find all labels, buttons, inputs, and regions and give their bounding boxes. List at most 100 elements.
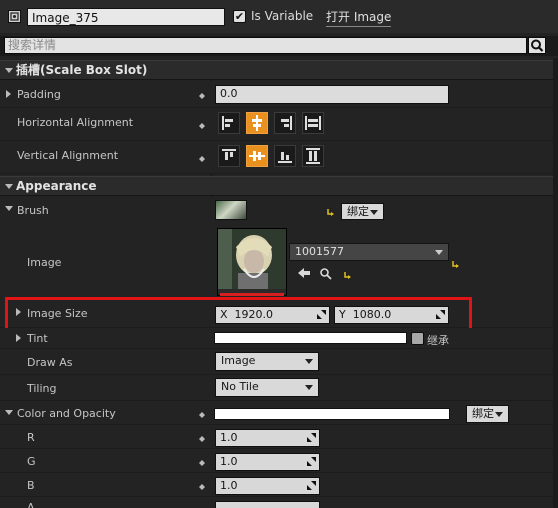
reset-to-default-icon[interactable] <box>327 206 335 219</box>
use-selected-asset-icon[interactable] <box>297 267 311 282</box>
a-value-field[interactable] <box>215 501 320 508</box>
property-row-halign: Horizontal Alignment <box>0 108 558 141</box>
tint-color-swatch[interactable] <box>214 332 407 344</box>
valign-bottom-button[interactable] <box>274 145 296 167</box>
browse-asset-icon[interactable] <box>319 267 332 283</box>
reset-to-default-icon[interactable] <box>344 269 352 282</box>
tint-inherit-label: 继承 <box>427 334 449 347</box>
keyframe-icon[interactable] <box>198 457 206 466</box>
collapse-arrow-icon[interactable] <box>5 206 13 211</box>
padding-field[interactable]: 0.0 <box>215 85 449 104</box>
property-row-image: Image 1001577 <box>0 223 558 298</box>
character-image <box>218 229 286 295</box>
section-header-appearance[interactable]: Appearance <box>0 176 558 196</box>
keyframe-icon[interactable] <box>198 120 206 129</box>
property-row-draw-as: Draw As Image <box>0 349 558 375</box>
keyframe-icon[interactable] <box>198 409 206 418</box>
collapse-arrow-icon <box>5 184 13 189</box>
expand-arrow-icon[interactable] <box>6 90 11 98</box>
search-icon <box>531 39 544 52</box>
property-row-g: G 1.0 <box>0 449 558 473</box>
keyframe-icon[interactable] <box>198 433 206 442</box>
chevron-down-icon <box>305 359 313 364</box>
scrollbar[interactable] <box>553 58 558 508</box>
g-label: G <box>27 455 36 468</box>
align-top-icon <box>222 149 236 160</box>
tiling-label: Tiling <box>27 382 57 395</box>
property-row-color-opacity: Color and Opacity 绑定 <box>0 401 558 425</box>
color-opacity-swatch[interactable] <box>214 408 450 420</box>
reset-to-default-icon[interactable] <box>452 258 460 271</box>
property-row-b: B 1.0 <box>0 473 558 497</box>
valign-center-button[interactable] <box>246 145 268 167</box>
collapse-arrow-icon[interactable] <box>5 410 13 415</box>
section-header-slot[interactable]: 插槽(Scale Box Slot) <box>0 60 558 80</box>
chevron-down-icon <box>305 385 313 390</box>
brush-label: Brush <box>17 204 49 217</box>
drag-resize-icon <box>307 481 316 490</box>
g-value-field[interactable]: 1.0 <box>215 453 320 471</box>
is-variable-label: Is Variable <box>251 9 314 23</box>
align-left-icon <box>222 116 233 130</box>
align-vfill-icon <box>306 148 320 164</box>
widget-name-field[interactable]: Image_375 <box>27 8 225 26</box>
draw-as-label: Draw As <box>27 356 73 369</box>
chevron-down-icon <box>495 412 503 417</box>
search-input[interactable]: 搜索详情 <box>4 37 527 54</box>
search-button[interactable] <box>528 37 546 54</box>
align-bottom-icon <box>278 152 292 163</box>
halign-right-button[interactable] <box>274 112 296 134</box>
keyframe-icon[interactable] <box>198 90 206 99</box>
thumbnail-underline <box>220 293 284 296</box>
valign-fill-button[interactable] <box>302 145 324 167</box>
property-row-tiling: Tiling No Tile <box>0 375 558 401</box>
widget-type-icon <box>8 10 21 23</box>
padding-label: Padding <box>17 88 61 101</box>
halign-left-button[interactable] <box>218 112 240 134</box>
image-thumbnail[interactable] <box>217 228 287 296</box>
halign-label: Horizontal Alignment <box>17 116 134 129</box>
align-vcenter-icon <box>249 151 265 161</box>
draw-as-dropdown[interactable]: Image <box>215 352 319 371</box>
b-label: B <box>27 479 35 492</box>
r-value-field[interactable]: 1.0 <box>215 429 320 447</box>
align-right-icon <box>281 116 292 130</box>
section-title-appearance: Appearance <box>16 179 97 193</box>
keyframe-icon[interactable] <box>198 153 206 162</box>
valign-top-button[interactable] <box>218 145 240 167</box>
r-label: R <box>27 431 35 444</box>
a-label: A <box>27 501 35 508</box>
drag-resize-icon <box>307 457 316 466</box>
property-row-valign: Vertical Alignment <box>0 141 558 174</box>
brush-thumbnail <box>215 200 247 220</box>
keyframe-icon[interactable] <box>198 481 206 490</box>
b-value-field[interactable]: 1.0 <box>215 477 320 495</box>
halign-center-button[interactable] <box>246 112 268 134</box>
brush-bind-button[interactable]: 绑定 <box>341 203 384 220</box>
property-row-r: R 1.0 <box>0 425 558 449</box>
color-opacity-label: Color and Opacity <box>17 407 116 420</box>
open-image-link[interactable]: 打开 Image <box>326 8 392 27</box>
tiling-dropdown[interactable]: No Tile <box>215 378 319 397</box>
align-fill-icon <box>305 116 321 130</box>
drag-resize-icon <box>307 433 316 442</box>
is-variable-checkbox[interactable]: ✔ <box>233 10 246 23</box>
section-title-slot: 插槽(Scale Box Slot) <box>16 63 148 77</box>
collapse-arrow-icon <box>5 68 13 73</box>
property-row-a: A <box>0 497 558 508</box>
property-row-padding: Padding 0.0 <box>0 81 558 108</box>
view-options-icon[interactable] <box>549 38 558 53</box>
image-label: Image <box>27 256 62 269</box>
halign-fill-button[interactable] <box>302 112 324 134</box>
chevron-down-icon <box>435 250 443 255</box>
valign-label: Vertical Alignment <box>17 149 119 162</box>
chevron-down-icon <box>370 210 378 215</box>
tint-label: Tint <box>27 332 48 345</box>
expand-arrow-icon[interactable] <box>16 334 21 342</box>
image-asset-picker[interactable]: 1001577 <box>289 243 449 261</box>
property-row-brush: Brush 绑定 <box>0 197 558 223</box>
tint-inherit-checkbox[interactable] <box>411 332 424 345</box>
property-row-tint: Tint 继承 <box>0 328 558 349</box>
align-center-icon <box>252 115 262 131</box>
color-bind-button[interactable]: 绑定 <box>466 405 509 423</box>
